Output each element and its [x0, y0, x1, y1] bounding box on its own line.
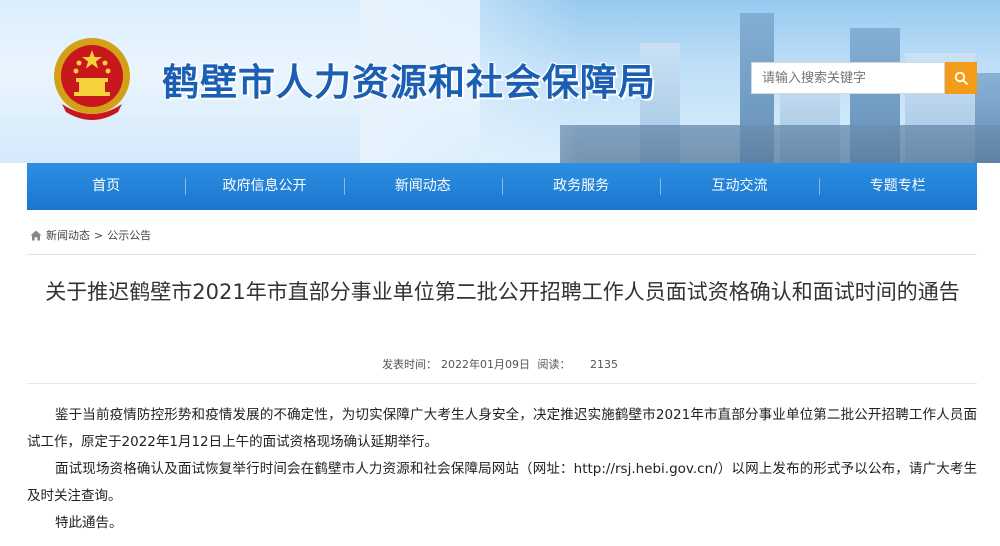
publish-label: 发表时间：	[382, 358, 437, 371]
breadcrumb-announcements[interactable]: 公示公告	[107, 227, 151, 243]
breadcrumb-separator: >	[94, 228, 104, 242]
search-input[interactable]	[751, 62, 945, 94]
breadcrumb: 新闻动态 > 公示公告	[30, 227, 151, 243]
article-paragraph: 面试现场资格确认及面试恢复举行时间会在鹤壁市人力资源和社会保障局网站（网址：ht…	[27, 461, 977, 504]
home-icon	[30, 230, 42, 240]
views-label: 阅读：	[537, 358, 571, 371]
banner-road	[560, 125, 1000, 163]
article-paragraph: 特此通告。	[55, 515, 123, 531]
search-button[interactable]	[945, 62, 977, 94]
publish-date: 2022年01月09日	[441, 358, 530, 371]
breadcrumb-news[interactable]: 新闻动态	[46, 227, 90, 243]
nav-item-interaction[interactable]: 互动交流	[660, 163, 818, 210]
article-paragraph: 鉴于当前疫情防控形势和疫情发展的不确定性，为切实保障广大考生人身安全，决定推迟实…	[27, 407, 977, 450]
views-count: 2135	[590, 358, 618, 371]
nav-item-news[interactable]: 新闻动态	[343, 163, 502, 210]
article-meta: 发表时间： 2022年01月09日 阅读： 2135	[0, 356, 1000, 372]
site-title: 鹤壁市人力资源和社会保障局	[162, 61, 656, 104]
article-body: 鉴于当前疫情防控形势和疫情发展的不确定性，为切实保障广大考生人身安全，决定推迟实…	[27, 402, 977, 537]
national-emblem-icon	[54, 38, 130, 120]
article-title: 关于推迟鹤壁市2021年市直部分事业单位第二批公开招聘工作人员面试资格确认和面试…	[45, 280, 960, 304]
main-nav: 首页 政府信息公开 新闻动态 政务服务 互动交流 专题专栏	[27, 163, 977, 210]
breadcrumb-divider	[27, 254, 977, 255]
nav-item-topics[interactable]: 专题专栏	[818, 163, 977, 210]
search-icon	[954, 71, 968, 85]
meta-divider	[27, 383, 977, 384]
nav-item-services[interactable]: 政务服务	[501, 163, 660, 210]
nav-item-gov-info[interactable]: 政府信息公开	[185, 163, 343, 210]
nav-item-home[interactable]: 首页	[27, 163, 185, 210]
